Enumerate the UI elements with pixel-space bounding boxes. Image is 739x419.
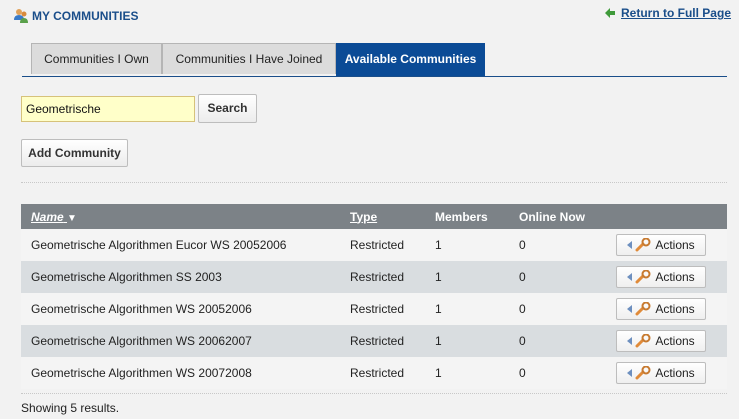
wrench-icon [635, 238, 651, 252]
table-row: Geometrische Algorithmen Eucor WS 200520… [21, 229, 727, 261]
actions-label: Actions [655, 302, 695, 316]
wrench-icon [635, 366, 651, 380]
sort-desc-icon: ▼ [67, 212, 77, 224]
column-header-actions [616, 204, 727, 229]
community-name: Geometrische Algorithmen WS 20052006 [21, 293, 340, 325]
portlet-header: MY COMMUNITIES Return to Full Page [0, 0, 739, 30]
caret-left-icon [627, 241, 633, 249]
actions-button[interactable]: Actions [616, 266, 706, 288]
community-type: Restricted [340, 357, 425, 389]
caret-left-icon [627, 337, 633, 345]
caret-left-icon [627, 369, 633, 377]
community-name: Geometrische Algorithmen WS 20072008 [21, 357, 340, 389]
actions-button[interactable]: Actions [616, 362, 706, 384]
return-link-label: Return to Full Page [620, 6, 731, 20]
actions-label: Actions [655, 334, 695, 348]
community-name: Geometrische Algorithmen Eucor WS 200520… [21, 229, 340, 261]
caret-left-icon [627, 305, 633, 313]
table-row: Geometrische Algorithmen WS 20072008 Res… [21, 357, 727, 389]
column-online-label: Online Now [519, 209, 585, 224]
search-button[interactable]: Search [198, 94, 257, 123]
table-row: Geometrische Algorithmen WS 20062007 Res… [21, 325, 727, 357]
actions-cell: Actions [616, 357, 727, 389]
wrench-icon [635, 334, 651, 348]
column-header-online-now: Online Now [509, 204, 616, 229]
tab-communities-i-own[interactable]: Communities I Own [31, 43, 162, 74]
add-community-button[interactable]: Add Community [21, 139, 128, 167]
actions-button[interactable]: Actions [616, 330, 706, 352]
results-count: Showing 5 results. [21, 401, 120, 415]
actions-label: Actions [655, 366, 695, 380]
tab-available-communities[interactable]: Available Communities [336, 43, 485, 76]
column-members-label: Members [435, 209, 488, 224]
table-row: Geometrische Algorithmen SS 2003 Restric… [21, 261, 727, 293]
community-online: 0 [509, 357, 616, 389]
actions-cell: Actions [616, 293, 727, 325]
column-type-label: Type [350, 209, 378, 224]
portlet-title: MY COMMUNITIES [13, 8, 138, 24]
table-header-row: Name ▼ Type Members Online Now [21, 204, 727, 229]
actions-cell: Actions [616, 325, 727, 357]
actions-cell: Actions [616, 261, 727, 293]
community-online: 0 [509, 293, 616, 325]
community-type: Restricted [340, 261, 425, 293]
community-online: 0 [509, 325, 616, 357]
community-online: 0 [509, 261, 616, 293]
community-name: Geometrische Algorithmen WS 20062007 [21, 325, 340, 357]
community-type: Restricted [340, 229, 425, 261]
column-name-label: Name [31, 209, 64, 224]
column-header-type[interactable]: Type [340, 204, 425, 229]
communities-icon [13, 8, 29, 24]
community-members: 1 [425, 293, 509, 325]
community-members: 1 [425, 229, 509, 261]
actions-button[interactable]: Actions [616, 298, 706, 320]
community-type: Restricted [340, 325, 425, 357]
actions-cell: Actions [616, 229, 727, 261]
page-title: MY COMMUNITIES [32, 9, 139, 23]
community-members: 1 [425, 357, 509, 389]
community-members: 1 [425, 261, 509, 293]
community-online: 0 [509, 229, 616, 261]
communities-table: Name ▼ Type Members Online Now Geometris… [21, 204, 727, 389]
actions-label: Actions [655, 270, 695, 284]
divider [21, 393, 727, 394]
column-header-name[interactable]: Name ▼ [21, 204, 340, 229]
return-arrow-icon [604, 8, 615, 18]
community-tabs: Communities I Own Communities I Have Joi… [22, 43, 727, 77]
return-to-full-page-link[interactable]: Return to Full Page [604, 6, 731, 20]
community-name: Geometrische Algorithmen SS 2003 [21, 261, 340, 293]
column-header-members: Members [425, 204, 509, 229]
wrench-icon [635, 270, 651, 284]
actions-label: Actions [655, 238, 695, 252]
divider [21, 182, 727, 183]
caret-left-icon [627, 273, 633, 281]
community-members: 1 [425, 325, 509, 357]
community-type: Restricted [340, 293, 425, 325]
actions-button[interactable]: Actions [616, 234, 706, 256]
tab-communities-i-have-joined[interactable]: Communities I Have Joined [162, 43, 336, 74]
search-input[interactable] [21, 96, 195, 122]
table-row: Geometrische Algorithmen WS 20052006 Res… [21, 293, 727, 325]
wrench-icon [635, 302, 651, 316]
